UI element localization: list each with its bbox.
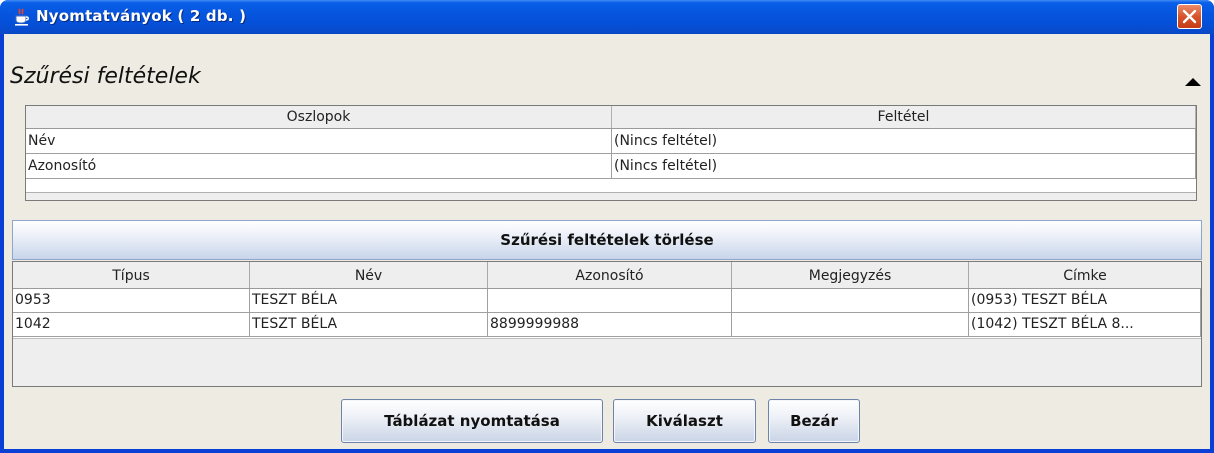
collapse-up-icon[interactable] [1184,75,1202,91]
cell-id [488,289,732,312]
table-empty-area [13,338,1201,386]
close-button[interactable]: Bezár [768,399,860,443]
column-header-note[interactable]: Megjegyzés [732,262,969,288]
column-header-name[interactable]: Név [250,262,488,288]
cell-label: (1042) TESZT BÉLA 8... [969,313,1201,336]
filter-row[interactable]: Név (Nincs feltétel) [26,129,1196,154]
clear-filters-button[interactable]: Szűrési feltételek törlése [12,220,1202,260]
column-header-label[interactable]: Címke [969,262,1201,288]
cell-note [732,313,969,336]
window-frame-bottom [0,449,1214,453]
java-cup-icon [13,8,31,26]
cell-name: TESZT BÉLA [250,289,488,312]
cell-note [732,289,969,312]
filter-cell-column: Azonosító [26,154,612,178]
filter-table-header: Oszlopok Feltétel [26,106,1196,129]
title-bar[interactable]: Nyomtatványok ( 2 db. ) [0,0,1214,34]
table-row[interactable]: 1042 TESZT BÉLA 8899999988 (1042) TESZT … [13,313,1201,337]
close-window-button[interactable] [1177,4,1202,29]
close-icon [1182,9,1197,24]
filter-row[interactable]: Azonosító (Nincs feltétel) [26,154,1196,179]
filter-section-title: Szűrési feltételek [10,64,201,89]
cell-name: TESZT BÉLA [250,313,488,336]
cell-type: 1042 [13,313,250,336]
window-client-area: Szűrési feltételek Oszlopok Feltétel Név… [4,34,1210,453]
select-button[interactable]: Kiválaszt [613,399,756,443]
cell-type: 0953 [13,289,250,312]
cell-label: (0953) TESZT BÉLA [969,289,1201,312]
filter-column-header[interactable]: Feltétel [612,106,1196,128]
filter-table-scrollbar[interactable] [26,192,1196,200]
window: Nyomtatványok ( 2 db. ) Szűrési feltétel… [0,0,1214,453]
table-row[interactable]: 0953 TESZT BÉLA (0953) TESZT BÉLA [13,289,1201,313]
filter-cell-column: Név [26,129,612,153]
filter-cell-condition[interactable]: (Nincs feltétel) [612,129,1196,153]
column-header-id[interactable]: Azonosító [488,262,732,288]
filter-column-header[interactable]: Oszlopok [26,106,612,128]
cell-id: 8899999988 [488,313,732,336]
forms-table: Típus Név Azonosító Megjegyzés Címke 095… [12,261,1202,387]
column-header-type[interactable]: Típus [13,262,250,288]
window-title: Nyomtatványok ( 2 db. ) [36,7,247,25]
forms-table-header: Típus Név Azonosító Megjegyzés Címke [13,262,1201,289]
filter-cell-condition[interactable]: (Nincs feltétel) [612,154,1196,178]
print-table-button[interactable]: Táblázat nyomtatása [341,399,603,443]
filter-table: Oszlopok Feltétel Név (Nincs feltétel) A… [25,105,1197,201]
